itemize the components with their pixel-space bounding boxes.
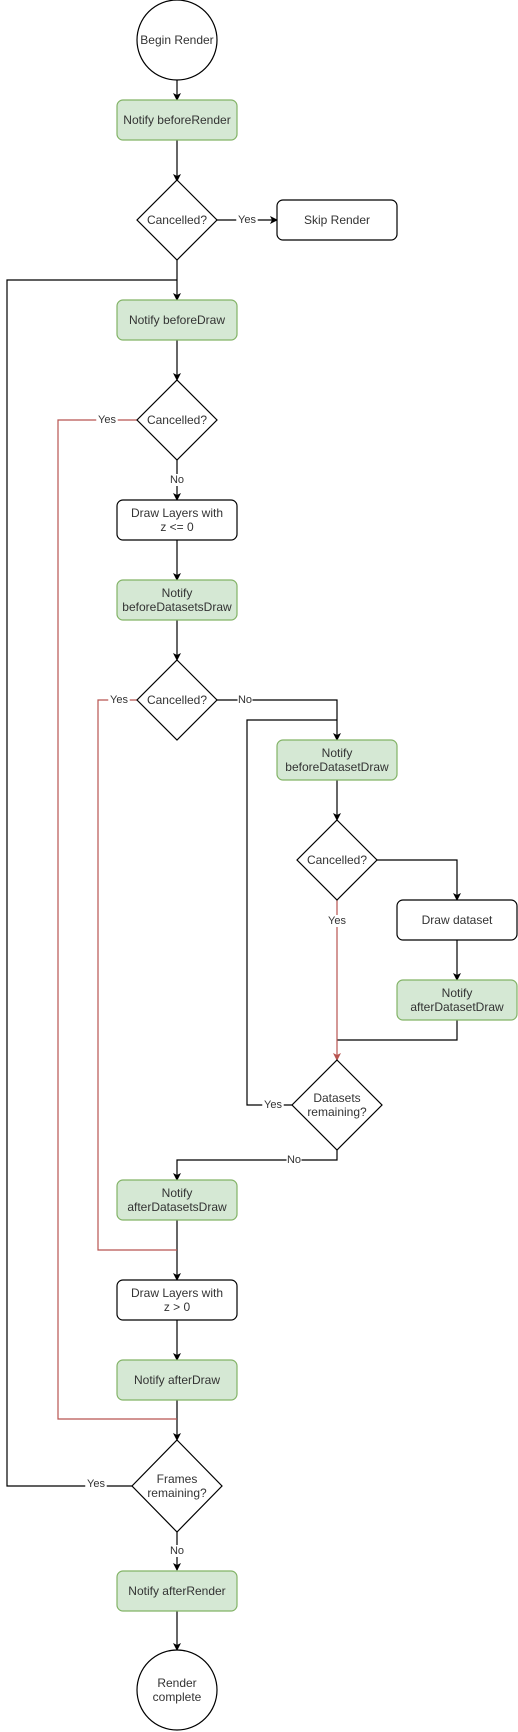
edge-label-text: Yes [328,915,346,927]
edge-cancel-draw-yes [57,419,177,1420]
notify-before-dataset-draw-label: Notify [322,746,353,760]
render-flowchart: Begin Render Notify beforeRender Cancelled… [6,0,518,1731]
notify-before-draw-label: Notify beforeDraw [129,313,225,327]
node-notify-after-dataset-draw: NotifyafterDatasetDraw [396,979,518,1021]
node-cancel-datasets: Cancelled? [136,659,218,741]
node-draw-layers-high: Draw Layers withz > 0 [116,1279,238,1321]
node-notify-before-dataset-draw: NotifybeforeDatasetDraw [276,739,398,781]
edge-label-frames-remaining-no: No [169,1545,185,1557]
edge-label-datasets-remaining-no: No [286,1154,302,1166]
node-render-complete: Rendercomplete [136,1649,218,1731]
edge-label-datasets-remaining-yes: Yes [262,1099,284,1111]
render-complete-label: complete [153,1690,202,1704]
edge-label-text: No [287,1154,301,1166]
node-cancel-render: Cancelled? [136,179,218,261]
draw-dataset-label: Draw dataset [422,913,493,927]
node-skip-render: Skip Render [276,199,398,241]
draw-layers-high-label: Draw Layers with [131,1286,223,1300]
edge-label-cancel-datasets-no: No [237,694,253,706]
edge-after-dataset-to-remaining [337,1020,458,1041]
notify-before-datasets-draw-label: beforeDatasetsDraw [122,600,232,614]
cancel-draw-label: Cancelled? [147,413,207,427]
node-draw-dataset: Draw dataset [396,899,518,941]
edge-label-text: No [170,474,184,486]
cancel-render-label: Cancelled? [147,213,207,227]
node-notify-after-draw: Notify afterDraw [116,1359,238,1401]
edge-label-text: Yes [238,214,256,226]
frames-remaining-label: Frames [157,1472,198,1486]
cancel-datasets-label: Cancelled? [147,693,207,707]
edge-label-text: No [238,694,252,706]
notify-after-draw-label: Notify afterDraw [134,1373,220,1387]
notify-after-datasets-draw-label: Notify [162,1186,193,1200]
notify-before-datasets-draw-label: Notify [162,586,193,600]
draw-layers-low-label: z <= 0 [160,520,194,534]
edge-label-text: Yes [87,1478,105,1490]
draw-layers-high-label: z > 0 [164,1300,191,1314]
cancel-dataset-label: Cancelled? [307,853,367,867]
edge-label-cancel-dataset-yes: Yes [326,915,348,927]
edge-label-text: Yes [98,414,116,426]
frames-remaining-label: remaining? [147,1486,207,1500]
node-notify-before-datasets-draw: NotifybeforeDatasetsDraw [116,579,238,621]
datasets-remaining-label: remaining? [307,1105,367,1119]
edge-label-cancel-draw-yes: Yes [96,414,118,426]
edge-label-text: Yes [264,1099,282,1111]
edge-cancel-datasets-yes [97,699,177,1251]
edge-cancel-dataset-no [377,859,461,901]
node-notify-after-render: Notify afterRender [116,1570,238,1612]
notify-after-dataset-draw-label: Notify [442,986,473,1000]
notify-after-datasets-draw-label: afterDatasetsDraw [127,1200,227,1214]
edge-label-cancel-render-yes: Yes [236,214,258,226]
notify-after-dataset-draw-label: afterDatasetDraw [410,1000,504,1014]
render-complete-label: Render [157,1676,196,1690]
node-notify-after-datasets-draw: NotifyafterDatasetsDraw [116,1179,238,1221]
node-notify-before-draw: Notify beforeDraw [116,299,238,341]
edge-label-text: No [170,1545,184,1557]
edge-label-text: Yes [110,694,128,706]
edge-datasets-remaining-no [173,1150,338,1181]
begin-label: Begin Render [140,33,213,47]
node-cancel-draw: Cancelled? [136,379,218,461]
notify-after-render-label: Notify afterRender [128,1584,225,1598]
datasets-remaining-label: Datasets [313,1091,360,1105]
notify-before-render-label: Notify beforeRender [123,113,230,127]
skip-render-label: Skip Render [304,213,370,227]
node-begin: Begin Render [136,0,218,81]
node-draw-layers-low: Draw Layers withz <= 0 [116,499,238,541]
node-notify-before-render: Notify beforeRender [116,99,238,141]
node-cancel-dataset: Cancelled? [296,819,378,901]
draw-layers-low-label: Draw Layers with [131,506,223,520]
edge-label-cancel-datasets-yes: Yes [108,694,130,706]
node-frames-remaining: Framesremaining? [131,1439,223,1533]
node-datasets-remaining: Datasetsremaining? [291,1059,383,1151]
notify-before-dataset-draw-label: beforeDatasetDraw [285,760,389,774]
edge-label-cancel-draw-no: No [169,474,185,486]
edge-label-frames-remaining-yes: Yes [85,1478,107,1490]
